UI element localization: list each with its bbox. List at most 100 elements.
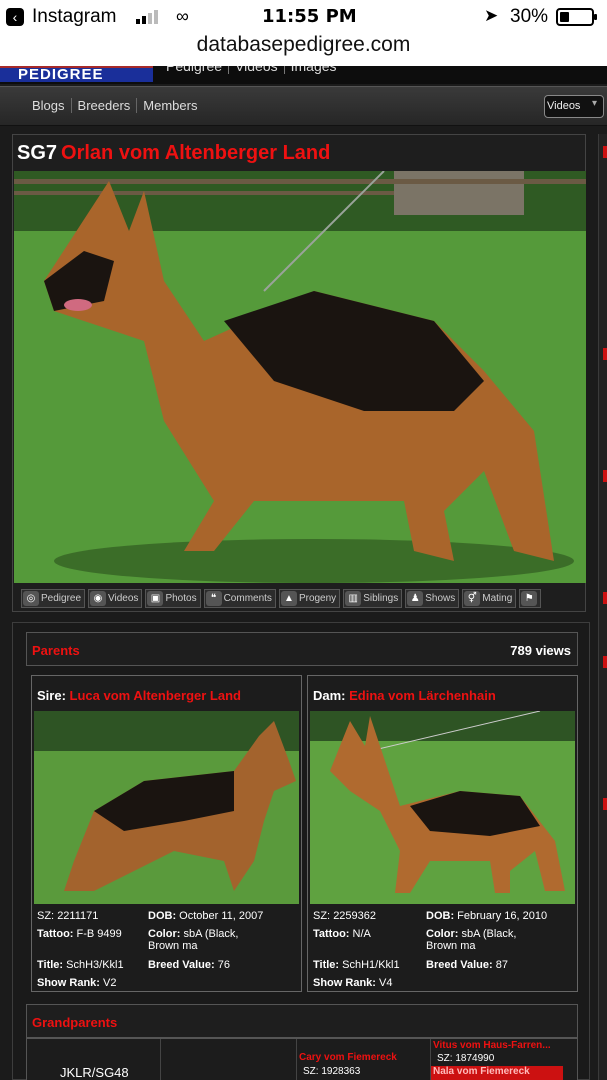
label: Tattoo: [37, 928, 74, 940]
value: February 16, 2010 [457, 910, 548, 922]
label: SZ: [37, 910, 55, 922]
dam-color: Color: sbA (Black, Brown ma [426, 928, 516, 952]
tab-pedigree[interactable]: ◎ Pedigree [21, 589, 86, 608]
signal-icon [136, 10, 158, 24]
value: 87 [495, 959, 508, 971]
top-nav: Pedigree Videos Images [160, 66, 343, 74]
value: F-B 9499 [76, 928, 122, 940]
tab-videos[interactable]: ◉ Videos [88, 589, 143, 608]
battery-icon [556, 8, 597, 26]
dam-breed-value: Breed Value: 87 [426, 959, 508, 971]
page-title: SG7 Orlan vom Altenberger Land [17, 142, 330, 165]
back-app-label[interactable]: Instagram [32, 6, 116, 28]
gp-row-title: JKLR/SG48 [60, 1065, 129, 1080]
dog-photo[interactable] [14, 171, 586, 583]
sire-heading: Sire: Luca vom Altenberger Land [37, 688, 241, 703]
url-text: databasepedigree.com [196, 33, 411, 56]
sire-photo[interactable] [34, 711, 299, 904]
top-nav-videos[interactable]: Videos [229, 66, 285, 74]
nav-breeders[interactable]: Breeders [71, 98, 138, 113]
dog-profile-card: SG7 Orlan vom Altenberger Land ◎ Pedigree … [12, 134, 586, 612]
gp-photo-cell [161, 1039, 297, 1080]
gp-vitus-link[interactable]: Vitus vom Haus-Farren... [433, 1040, 551, 1051]
dam-heading: Dam: Edina vom Lärchenhain [313, 688, 496, 703]
dam-photo[interactable] [310, 711, 575, 904]
label: Tattoo: [313, 928, 350, 940]
tab-label: Mating [482, 593, 513, 604]
parents-label: Parents [32, 643, 80, 658]
tab-comments[interactable]: ❝ Comments [203, 589, 276, 608]
sidebar-edge [598, 134, 607, 1080]
dam-sz: SZ: 2259362 [313, 910, 376, 922]
tab-label: Shows [425, 593, 456, 604]
select-value: Videos [547, 100, 581, 112]
sire-color: Color: sbA (Black, Brown ma [148, 928, 238, 952]
back-arrow-icon[interactable]: ‹ [6, 8, 24, 26]
value: SchH3/Kkl1 [66, 959, 124, 971]
nav-members[interactable]: Members [137, 98, 203, 113]
tab-photos[interactable]: ▣ Photos [145, 589, 201, 608]
dog-name: Orlan vom Altenberger Land [61, 142, 331, 164]
url-bar[interactable]: databasepedigree.com [0, 34, 607, 66]
dam-show-rank: Show Rank: V4 [313, 977, 392, 989]
parents-header: Parents 789 views [26, 632, 578, 666]
value: sbA (Black, [461, 928, 517, 940]
value: V2 [103, 977, 117, 989]
tab-siblings[interactable]: ▥ Siblings [343, 589, 403, 608]
site-logo[interactable]: PEDIGREE [0, 66, 153, 83]
dam-tattoo: Tattoo: N/A [313, 928, 371, 940]
tab-progeny[interactable]: ▲ Progeny [278, 589, 341, 608]
search-type-select[interactable]: Videos ▾ [544, 95, 604, 118]
value: October 11, 2007 [179, 910, 264, 922]
label: Breed Value: [426, 959, 493, 971]
grandparents-label: Grandparents [32, 1015, 118, 1030]
gp-cary-sz: SZ: 1928363 [303, 1066, 361, 1077]
parents-panel: Parents 789 views Sire: Luca vom Altenbe… [12, 622, 590, 1080]
tab-mating[interactable]: ⚥ Mating [462, 589, 517, 608]
value: N/A [352, 928, 371, 940]
label: Title: [313, 959, 340, 971]
value: sbA (Black, [183, 928, 239, 940]
film-reel-icon: ◉ [90, 591, 107, 606]
sire-name-link[interactable]: Luca vom Altenberger Land [70, 688, 241, 703]
gp-cary-cell: Cary vom Fiemereck SZ: 1928363 [297, 1039, 431, 1080]
ios-status-bar: ‹ Instagram ∞ 11:55 PM ➤ 30% [0, 0, 607, 34]
tab-label: Pedigree [41, 593, 82, 604]
photos-icon: ▣ [147, 591, 164, 606]
tab-label: Siblings [363, 593, 399, 604]
tab-shows[interactable]: ♟ Shows [405, 589, 460, 608]
site-header: PEDIGREE Pedigree Videos Images [0, 66, 607, 84]
tab-label: Progeny [298, 593, 337, 604]
label: Title: [37, 959, 64, 971]
siblings-icon: ▥ [345, 591, 362, 606]
pedigree-icon: ◎ [23, 591, 39, 606]
label: DOB: [426, 910, 455, 922]
label: Show Rank: [313, 977, 376, 989]
gp-nala-link[interactable]: Nala vom Fiemereck [431, 1066, 563, 1080]
dam-title: Title: SchH1/Kkl1 [313, 959, 400, 971]
label: DOB: [148, 910, 177, 922]
dam-name-link[interactable]: Edina vom Lärchenhain [349, 688, 496, 703]
label: Show Rank: [37, 977, 100, 989]
flag-icon: ⚑ [521, 591, 538, 606]
clock: 11:55 PM [262, 6, 357, 27]
shows-icon: ♟ [407, 591, 424, 606]
top-nav-pedigree[interactable]: Pedigree [160, 66, 230, 74]
sire-sz: SZ: 2211171 [37, 910, 98, 922]
progeny-icon: ▲ [280, 591, 297, 606]
gp-cary-link[interactable]: Cary vom Fiemereck [299, 1052, 397, 1063]
nav-blogs[interactable]: Blogs [26, 98, 72, 113]
sire-card: Sire: Luca vom Altenberger Land SZ: 2211… [31, 675, 302, 992]
label: SZ: [313, 910, 331, 922]
mating-icon: ⚥ [464, 591, 481, 606]
value: 2259362 [333, 910, 377, 922]
sire-tattoo: Tattoo: F-B 9499 [37, 928, 122, 940]
value: Brown ma [426, 940, 476, 952]
grandparents-table: JKLR/SG48 Cary vom Fiemereck SZ: 1928363… [26, 1038, 578, 1080]
tab-more[interactable]: ⚑ [519, 589, 542, 608]
view-count: 789 views [510, 643, 571, 658]
top-nav-images[interactable]: Images [285, 66, 343, 74]
value: 2211171 [57, 910, 99, 922]
value: Brown ma [148, 940, 198, 952]
sire-dob: DOB: October 11, 2007 [148, 910, 263, 922]
